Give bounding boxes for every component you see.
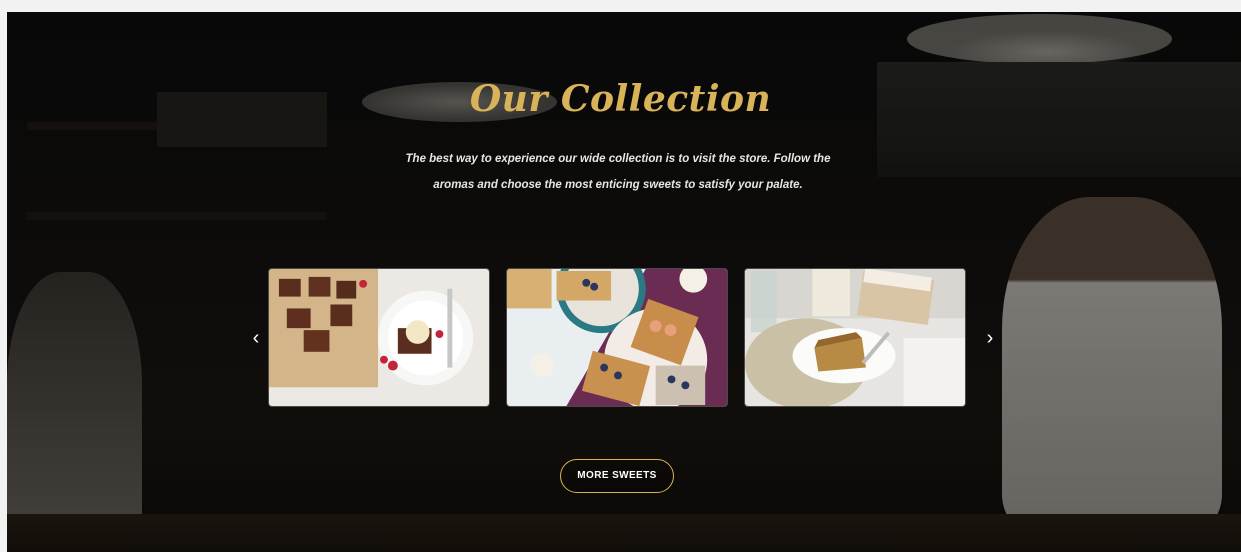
- chevron-right-icon[interactable]: ›: [980, 326, 1000, 350]
- toasts-image: [507, 269, 727, 406]
- brownies-image: [269, 269, 489, 406]
- cake-image: [745, 269, 965, 406]
- carousel-item-brownies[interactable]: [268, 268, 490, 407]
- section-subtitle: The best way to experience our wide coll…: [370, 146, 866, 198]
- more-sweets-button[interactable]: MORE SWEETS: [560, 459, 674, 493]
- carousel-item-cake[interactable]: [744, 268, 966, 407]
- carousel-item-toasts[interactable]: [506, 268, 728, 407]
- subtitle-line: aromas and choose the most enticing swee…: [433, 179, 803, 191]
- chevron-left-icon[interactable]: ‹: [246, 326, 266, 350]
- subtitle-line: The best way to experience our wide coll…: [405, 153, 831, 165]
- section-title: Our Collection: [469, 78, 772, 120]
- product-carousel: ‹ ›: [238, 268, 998, 408]
